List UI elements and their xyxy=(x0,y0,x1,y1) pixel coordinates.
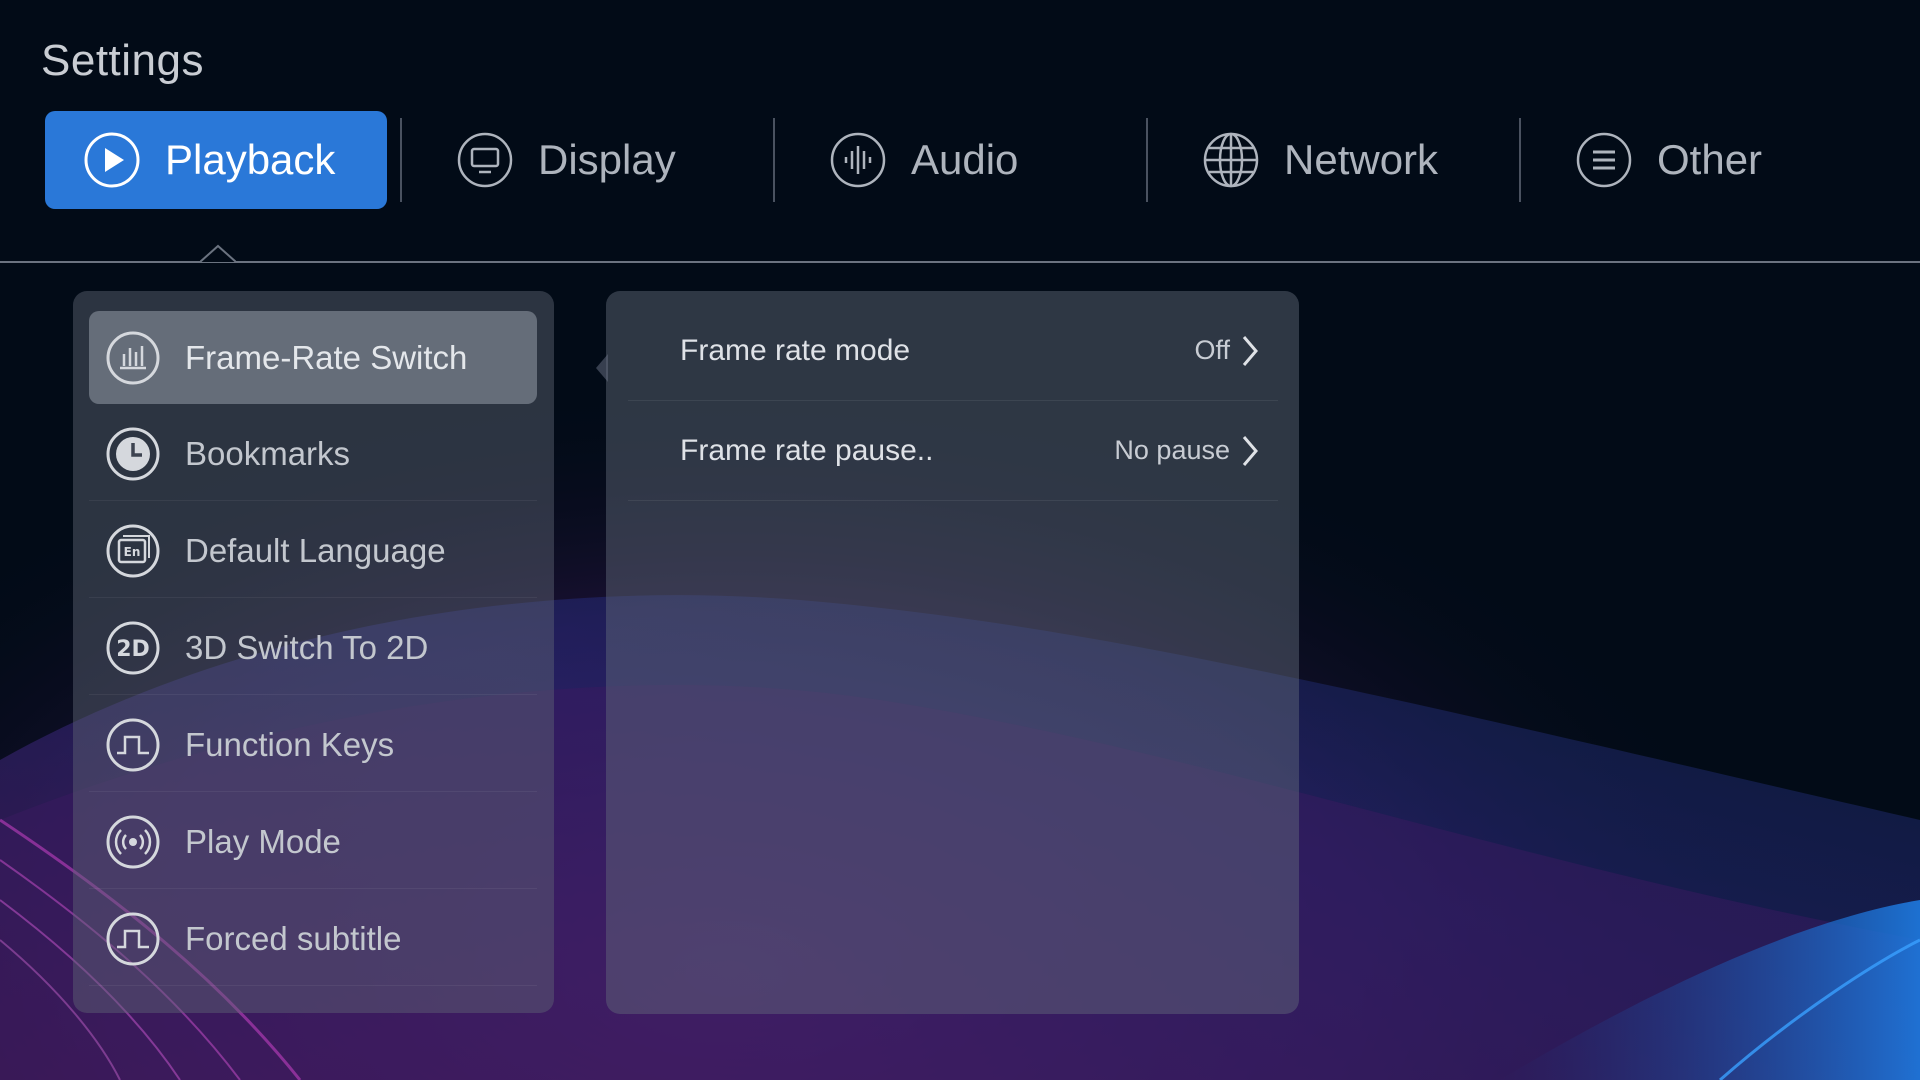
menu-item-bookmarks[interactable]: Bookmarks xyxy=(89,408,537,501)
tab-label: Network xyxy=(1284,136,1439,183)
menu-lines-icon xyxy=(1576,132,1632,188)
menu-item-label: Forced subtitle xyxy=(185,920,402,957)
option-label: Frame rate pause.. xyxy=(680,433,934,467)
page-title: Settings xyxy=(41,36,204,85)
settings-menu-panel: Frame-Rate Switch Bookmarks En Default L… xyxy=(73,291,554,1013)
bar-chart-icon xyxy=(106,331,160,384)
globe-icon xyxy=(1203,132,1259,188)
menu-item-frame-rate-switch[interactable]: Frame-Rate Switch xyxy=(89,311,537,404)
broadcast-icon xyxy=(106,815,160,869)
tab-divider-line xyxy=(0,261,1920,263)
svg-text:2D: 2D xyxy=(116,637,150,662)
tab-separator xyxy=(773,118,775,202)
menu-item-label: Bookmarks xyxy=(185,435,351,472)
menu-item-forced-subtitle[interactable]: Forced subtitle xyxy=(89,893,537,986)
tab-label: Display xyxy=(538,136,676,183)
tab-label: Other xyxy=(1657,136,1763,183)
svg-text:En: En xyxy=(124,545,141,559)
language-en-icon: En xyxy=(106,524,160,578)
option-frame-rate-pause[interactable]: Frame rate pause.. No pause xyxy=(628,401,1278,501)
active-tab-caret xyxy=(200,244,236,263)
monitor-icon xyxy=(457,132,513,188)
tab-display[interactable]: Display xyxy=(456,111,756,209)
2d-icon: 2D xyxy=(106,621,160,675)
option-label: Frame rate mode xyxy=(680,333,911,367)
option-frame-rate-mode[interactable]: Frame rate mode Off xyxy=(628,301,1278,401)
tab-separator xyxy=(1519,118,1521,202)
tab-audio[interactable]: Audio xyxy=(829,111,1129,209)
option-value-group: No pause xyxy=(1114,434,1260,468)
menu-item-label: Function Keys xyxy=(185,726,395,763)
tab-bar: Playback Display Audio Network Other xyxy=(0,111,1920,209)
menu-item-label: Play Mode xyxy=(185,823,341,860)
menu-item-default-language[interactable]: En Default Language xyxy=(89,505,537,598)
menu-item-label: 3D Switch To 2D xyxy=(185,629,429,666)
settings-screen: Settings Playback Display Audio Network … xyxy=(0,0,1920,1080)
menu-item-3d-switch-to-2d[interactable]: 2D 3D Switch To 2D xyxy=(89,602,537,695)
option-value-group: Off xyxy=(1194,334,1260,368)
option-detail-panel: Frame rate mode Off Frame rate pause.. N… xyxy=(606,291,1299,1014)
tab-label: Playback xyxy=(165,136,336,183)
option-value: Off xyxy=(1194,335,1230,365)
tab-network[interactable]: Network xyxy=(1202,111,1522,209)
menu-item-play-mode[interactable]: Play Mode xyxy=(89,796,537,889)
chevron-right-icon xyxy=(1242,335,1258,366)
pulse-wave-icon xyxy=(106,912,160,966)
tab-label: Audio xyxy=(911,136,1019,183)
menu-item-function-keys[interactable]: Function Keys xyxy=(89,699,537,792)
menu-item-label: Frame-Rate Switch xyxy=(185,338,468,376)
play-circle-icon xyxy=(84,132,140,188)
tab-separator xyxy=(1146,118,1148,202)
tab-other[interactable]: Other xyxy=(1575,111,1875,209)
clock-icon xyxy=(106,427,160,481)
option-value: No pause xyxy=(1114,435,1230,465)
audio-wave-icon xyxy=(830,132,886,188)
pulse-wave-icon xyxy=(106,718,160,772)
chevron-right-icon xyxy=(1242,435,1258,466)
menu-item-label: Default Language xyxy=(185,532,446,569)
tab-separator xyxy=(400,118,402,202)
tab-playback[interactable]: Playback xyxy=(45,111,387,209)
